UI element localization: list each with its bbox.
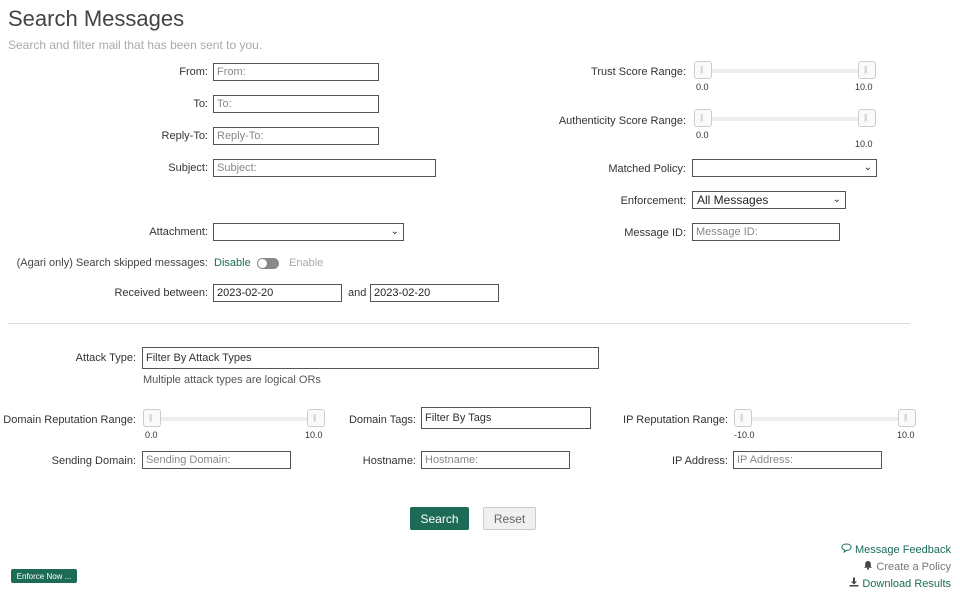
trust-score-max-value: 10.0 <box>855 82 873 92</box>
page-title: Search Messages <box>8 6 185 31</box>
from-label: From: <box>179 66 208 78</box>
domain-reputation-max-value: 10.0 <box>305 430 323 440</box>
trust-score-min-value: 0.0 <box>696 82 709 92</box>
download-icon <box>849 577 859 590</box>
sending-domain-label: Sending Domain: <box>51 455 136 467</box>
trust-score-track <box>694 69 876 73</box>
enforcement-label: Enforcement: <box>620 195 686 207</box>
from-input[interactable] <box>213 63 379 81</box>
enforce-now-button[interactable]: Enforce Now ... <box>11 569 77 583</box>
attachment-label: Attachment: <box>149 226 208 238</box>
trust-score-slider[interactable] <box>694 60 876 82</box>
ip-reputation-min-handle[interactable] <box>734 409 752 427</box>
received-and-label: and <box>348 287 367 299</box>
message-feedback-label: Message Feedback <box>855 544 951 556</box>
matched-policy-label: Matched Policy: <box>608 163 686 175</box>
subject-input[interactable] <box>213 159 436 177</box>
authenticity-score-label: Authenticity Score Range: <box>558 115 686 127</box>
authenticity-score-track <box>694 117 876 121</box>
chevron-down-icon: ⌄ <box>863 162 872 173</box>
message-feedback-link[interactable]: Message Feedback <box>841 543 951 556</box>
to-input[interactable] <box>213 95 379 113</box>
enforcement-select[interactable]: All Messages ⌄ <box>692 191 846 209</box>
skipped-messages-label: (Agari only) Search skipped messages: <box>16 257 208 269</box>
to-label: To: <box>193 98 208 110</box>
authenticity-score-max-value: 10.0 <box>855 139 873 149</box>
download-results-label: Download Results <box>862 578 951 590</box>
reply-to-input[interactable] <box>213 127 379 145</box>
domain-reputation-track <box>143 417 325 421</box>
domain-reputation-max-handle[interactable] <box>307 409 325 427</box>
page-subtitle: Search and filter mail that has been sen… <box>8 38 263 52</box>
attack-type-input[interactable]: Filter By Attack Types <box>142 347 599 369</box>
section-divider <box>8 323 910 324</box>
matched-policy-select[interactable]: ⌄ <box>692 159 877 177</box>
ip-address-input[interactable] <box>733 451 882 469</box>
attack-type-label: Attack Type: <box>75 352 136 364</box>
authenticity-score-min-handle[interactable] <box>694 109 712 127</box>
sending-domain-input[interactable] <box>142 451 291 469</box>
disable-option[interactable]: Disable <box>214 257 251 269</box>
speech-bubble-icon <box>841 543 852 556</box>
trust-score-label: Trust Score Range: <box>591 66 686 78</box>
ip-reputation-max-value: 10.0 <box>897 430 915 440</box>
ip-reputation-label: IP Reputation Range: <box>623 414 728 426</box>
received-end-input[interactable] <box>370 284 499 302</box>
ip-reputation-max-handle[interactable] <box>898 409 916 427</box>
domain-reputation-min-handle[interactable] <box>143 409 161 427</box>
received-start-input[interactable] <box>213 284 342 302</box>
enable-option[interactable]: Enable <box>289 257 323 269</box>
ip-reputation-track <box>734 417 916 421</box>
authenticity-score-max-handle[interactable] <box>858 109 876 127</box>
hostname-label: Hostname: <box>362 455 416 467</box>
reply-to-label: Reply-To: <box>161 130 208 142</box>
attack-type-hint: Multiple attack types are logical ORs <box>143 374 321 386</box>
attachment-select[interactable]: ⌄ <box>213 223 404 241</box>
bell-icon <box>863 560 873 573</box>
domain-tags-input[interactable]: Filter By Tags <box>421 407 591 429</box>
message-id-label: Message ID: <box>624 227 686 239</box>
enforcement-value: All Messages <box>697 193 769 207</box>
trust-score-max-handle[interactable] <box>858 61 876 79</box>
create-policy-link[interactable]: Create a Policy <box>863 560 951 573</box>
received-between-label: Received between: <box>114 287 208 299</box>
authenticity-score-min-value: 0.0 <box>696 130 709 140</box>
domain-tags-label: Domain Tags: <box>348 414 416 426</box>
message-id-input[interactable] <box>692 223 840 241</box>
authenticity-score-slider[interactable] <box>694 108 876 130</box>
chevron-down-icon: ⌄ <box>832 194 841 205</box>
hostname-input[interactable] <box>421 451 570 469</box>
domain-reputation-label: Domain Reputation Range: <box>3 414 136 426</box>
create-policy-label: Create a Policy <box>876 561 951 573</box>
domain-reputation-min-value: 0.0 <box>145 430 158 440</box>
ip-address-label: IP Address: <box>671 455 728 467</box>
reset-button[interactable]: Reset <box>483 507 536 530</box>
skipped-messages-toggle[interactable] <box>257 258 279 269</box>
domain-reputation-slider[interactable] <box>143 408 325 430</box>
subject-label: Subject: <box>168 162 208 174</box>
ip-reputation-min-value: -10.0 <box>734 430 755 440</box>
chevron-down-icon: ⌄ <box>390 226 399 237</box>
search-button[interactable]: Search <box>410 507 469 530</box>
download-results-link[interactable]: Download Results <box>849 577 951 590</box>
trust-score-min-handle[interactable] <box>694 61 712 79</box>
ip-reputation-slider[interactable] <box>734 408 916 430</box>
